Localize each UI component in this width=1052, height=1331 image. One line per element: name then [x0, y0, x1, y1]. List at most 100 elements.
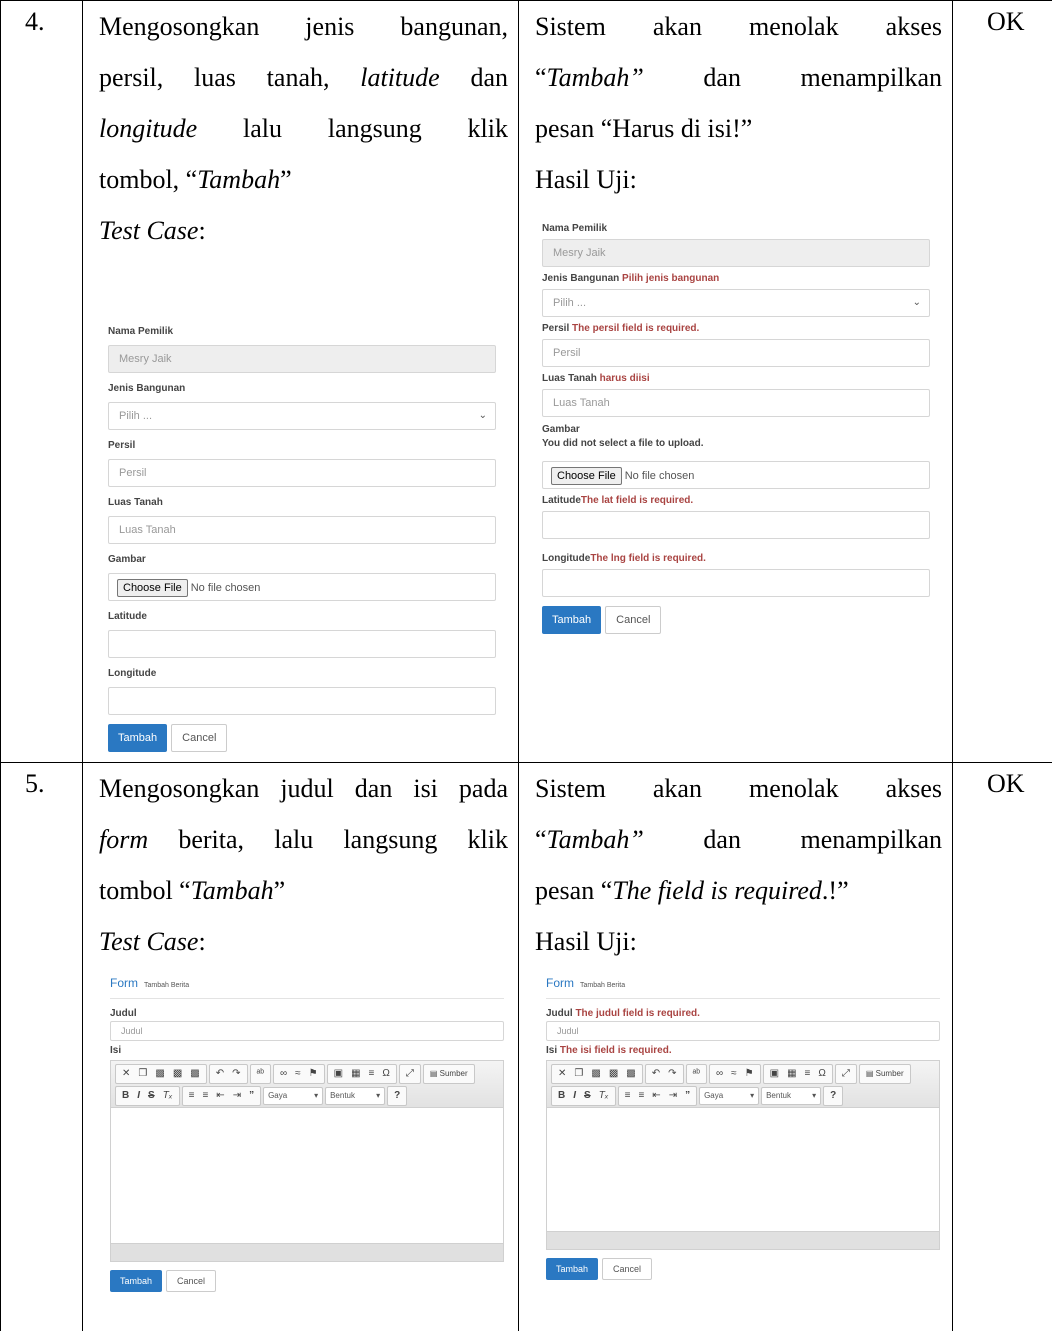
indent-icon[interactable]: ⇥	[229, 1087, 245, 1105]
tambah-button[interactable]: Tambah	[546, 1258, 599, 1280]
anchor-icon[interactable]: ⚑	[741, 1065, 758, 1083]
editor-content[interactable]	[546, 1108, 940, 1232]
maximize-icon[interactable]: ⤢	[402, 1065, 418, 1083]
chevron-down-icon: ⌄	[478, 410, 487, 421]
file-input[interactable]: Choose File No file chosen	[108, 573, 496, 601]
cancel-button[interactable]: Cancel	[605, 606, 662, 634]
tambah-button[interactable]: Tambah	[542, 606, 602, 634]
row-number: 5.	[0, 762, 83, 1331]
blockquote-icon[interactable]: ”	[681, 1087, 694, 1105]
paste-text-icon[interactable]: ▩	[605, 1065, 622, 1083]
owner-label: Nama Pemilik	[108, 326, 174, 337]
maximize-icon[interactable]: ⤢	[838, 1065, 854, 1083]
link-icon[interactable]: ∞	[276, 1065, 291, 1083]
paste-text-icon[interactable]: ▩	[169, 1065, 186, 1083]
strike-icon[interactable]: S	[580, 1087, 595, 1105]
format-dropdown[interactable]: Bentuk ▾	[761, 1087, 822, 1105]
help-icon[interactable]: ?	[390, 1087, 404, 1105]
longitude-input[interactable]	[108, 687, 496, 715]
cut-icon[interactable]: ✕	[118, 1065, 134, 1083]
table-icon[interactable]: ▦	[783, 1065, 800, 1083]
editor-content[interactable]	[110, 1108, 504, 1244]
copy-icon[interactable]: ❐	[134, 1065, 151, 1083]
form-title: Form	[110, 976, 138, 990]
paste-icon[interactable]: ▩	[587, 1065, 604, 1083]
outdent-icon[interactable]: ⇤	[648, 1087, 664, 1105]
owner-input[interactable]: Mesry Jaik	[542, 239, 930, 267]
status-text: OK	[987, 769, 1025, 798]
error-message: harus diisi	[599, 373, 650, 384]
hr-icon[interactable]: ≡	[801, 1065, 815, 1083]
undo-icon[interactable]: ↶	[212, 1065, 228, 1083]
judul-input[interactable]: Judul	[110, 1021, 504, 1041]
blockquote-icon[interactable]: ”	[245, 1087, 258, 1105]
bullet-list-icon[interactable]: ≡	[634, 1087, 648, 1105]
spellcheck-icon[interactable]: ᵃᵇ	[689, 1065, 705, 1083]
redo-icon[interactable]: ↷	[228, 1065, 244, 1083]
unlink-icon[interactable]: ≈	[727, 1065, 741, 1083]
form-title: Form	[546, 976, 574, 990]
style-dropdown[interactable]: Gaya ▾	[263, 1087, 324, 1105]
strike-icon[interactable]: S	[144, 1087, 159, 1105]
paste-word-icon[interactable]: ▩	[186, 1065, 203, 1083]
persil-input[interactable]: Persil	[542, 339, 930, 367]
numbered-list-icon[interactable]: ≡	[185, 1087, 199, 1105]
indent-icon[interactable]: ⇥	[665, 1087, 681, 1105]
special-char-icon[interactable]: Ω	[814, 1065, 829, 1083]
source-button[interactable]: ▤ Sumber	[426, 1065, 472, 1083]
cut-icon[interactable]: ✕	[554, 1065, 570, 1083]
area-input[interactable]: Luas Tanah	[542, 389, 930, 417]
latitude-input[interactable]	[108, 630, 496, 658]
help-icon[interactable]: ?	[826, 1087, 840, 1105]
spellcheck-icon[interactable]: ᵃᵇ	[253, 1065, 269, 1083]
area-label: Luas Tanah	[108, 497, 163, 508]
status-cell: OK	[952, 0, 1052, 763]
image-icon[interactable]: ▣	[330, 1065, 347, 1083]
anchor-icon[interactable]: ⚑	[305, 1065, 322, 1083]
redo-icon[interactable]: ↷	[664, 1065, 680, 1083]
paste-icon[interactable]: ▩	[151, 1065, 168, 1083]
tambah-button[interactable]: Tambah	[110, 1270, 163, 1292]
link-icon[interactable]: ∞	[712, 1065, 727, 1083]
chevron-down-icon: ⌄	[912, 297, 921, 308]
file-input[interactable]: Choose File No file chosen	[542, 461, 930, 489]
hr-icon[interactable]: ≡	[365, 1065, 379, 1083]
unlink-icon[interactable]: ≈	[291, 1065, 305, 1083]
cancel-button[interactable]: Cancel	[171, 724, 228, 752]
scenario-cell: Mengosongkan jenis bangunan, persil, lua…	[82, 0, 519, 763]
undo-icon[interactable]: ↶	[648, 1065, 664, 1083]
building-type-select[interactable]: Pilih ... ⌄	[542, 289, 930, 317]
choose-file-button[interactable]: Choose File	[117, 579, 188, 597]
owner-input[interactable]: Mesry Jaik	[108, 345, 496, 373]
bullet-list-icon[interactable]: ≡	[198, 1087, 212, 1105]
italic-icon[interactable]: I	[569, 1087, 580, 1105]
italic-icon[interactable]: I	[133, 1087, 144, 1105]
persil-input[interactable]: Persil	[108, 459, 496, 487]
numbered-list-icon[interactable]: ≡	[621, 1087, 635, 1105]
paste-word-icon[interactable]: ▩	[622, 1065, 639, 1083]
remove-format-icon[interactable]: Tₓ	[595, 1087, 613, 1105]
cancel-button[interactable]: Cancel	[602, 1258, 653, 1280]
choose-file-button[interactable]: Choose File	[551, 467, 622, 485]
outdent-icon[interactable]: ⇤	[212, 1087, 228, 1105]
format-dropdown[interactable]: Bentuk ▾	[325, 1087, 386, 1105]
image-icon[interactable]: ▣	[766, 1065, 783, 1083]
result-label: Hasil Uji:	[535, 165, 637, 194]
area-input[interactable]: Luas Tanah	[108, 516, 496, 544]
tambah-button[interactable]: Tambah	[108, 724, 168, 752]
source-button[interactable]: ▤ Sumber	[862, 1065, 908, 1083]
judul-input[interactable]: Judul	[546, 1021, 940, 1041]
cancel-button[interactable]: Cancel	[166, 1270, 217, 1292]
style-dropdown[interactable]: Gaya ▾	[699, 1087, 760, 1105]
latitude-input[interactable]	[542, 511, 930, 539]
status-cell: OK	[952, 762, 1052, 1331]
building-type-select[interactable]: Pilih ... ⌄	[108, 402, 496, 430]
longitude-input[interactable]	[542, 569, 930, 597]
table-icon[interactable]: ▦	[347, 1065, 364, 1083]
copy-icon[interactable]: ❐	[570, 1065, 587, 1083]
remove-format-icon[interactable]: Tₓ	[159, 1087, 177, 1105]
news-form-error-screenshot: Form Tambah Berita Judul The judul field …	[546, 973, 940, 1280]
bold-icon[interactable]: B	[118, 1087, 133, 1105]
bold-icon[interactable]: B	[554, 1087, 569, 1105]
special-char-icon[interactable]: Ω	[378, 1065, 393, 1083]
